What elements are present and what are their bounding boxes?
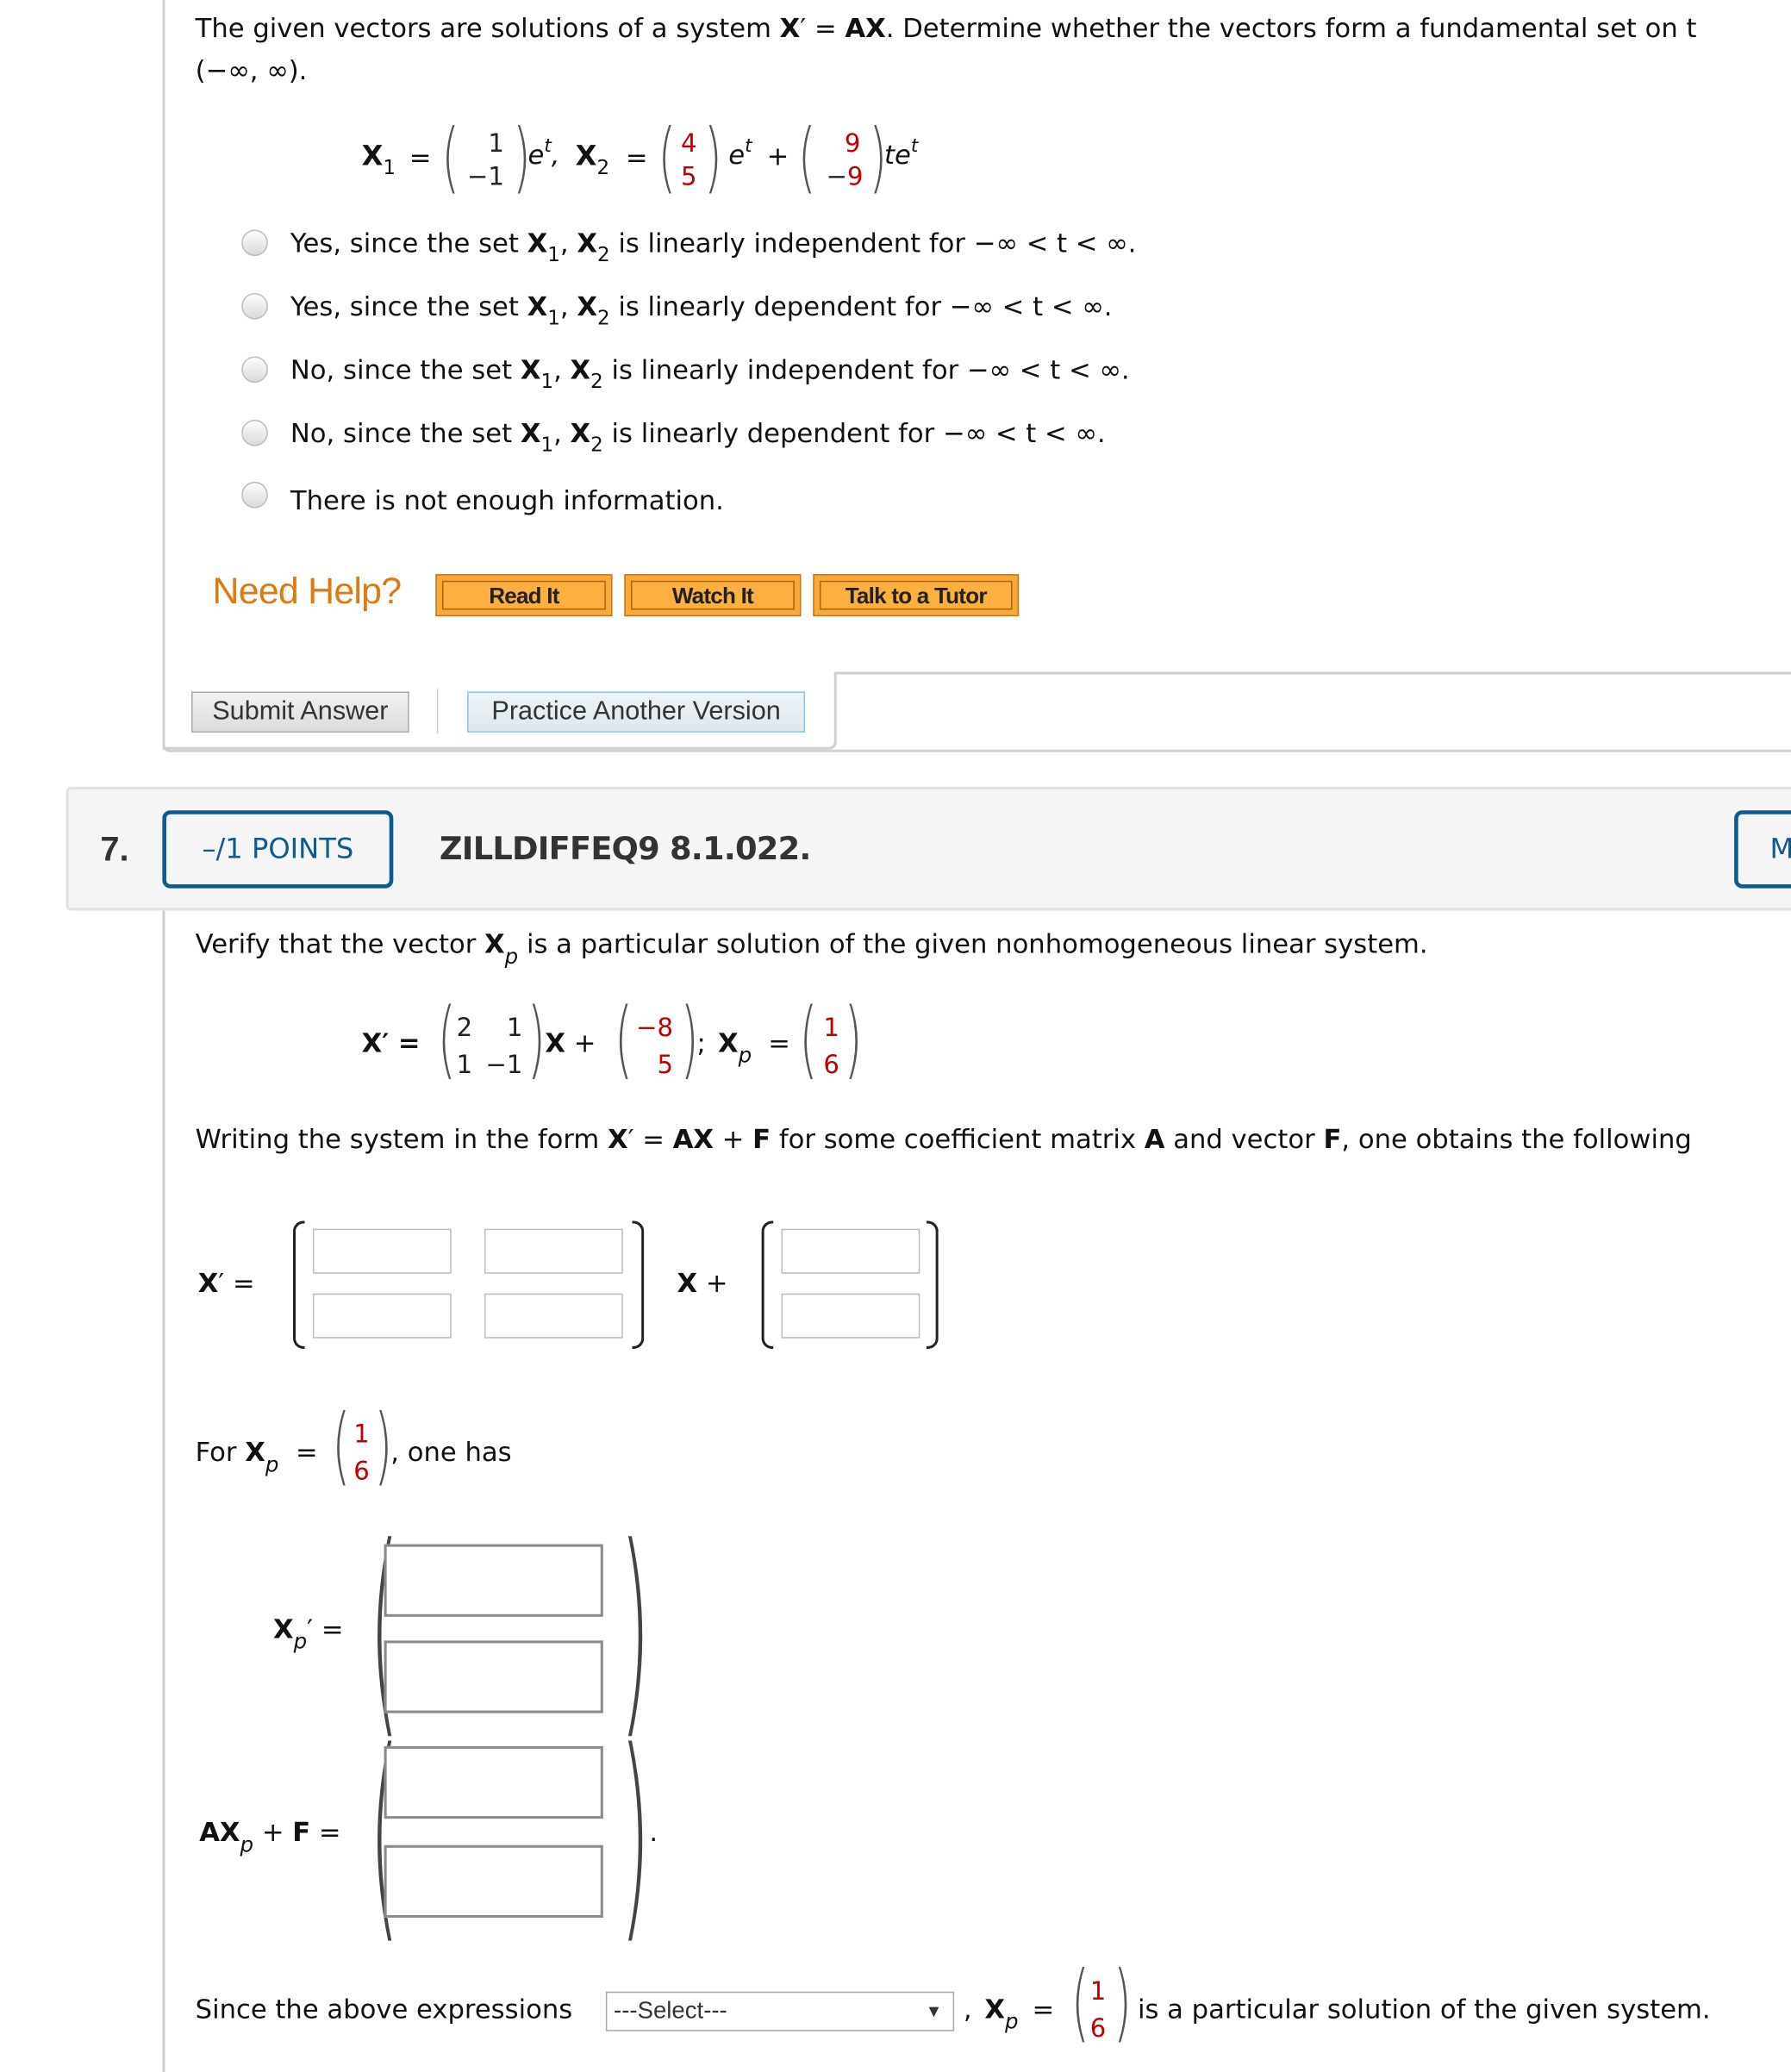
practice-another-version-button[interactable]: Practice Another Version xyxy=(467,691,806,733)
button-separator xyxy=(436,689,439,734)
option-1[interactable]: Yes, since the set X1, X2 is linearly in… xyxy=(241,227,1297,266)
option-4[interactable]: No, since the set X1, X2 is linearly dep… xyxy=(241,417,1297,457)
xp-prime-input-row1[interactable] xyxy=(384,1544,603,1617)
option-4-label: No, since the set X1, X2 is linearly dep… xyxy=(290,416,1106,457)
axp-plus-f-input-row2[interactable] xyxy=(384,1844,603,1918)
xp-prime-input-row2[interactable] xyxy=(384,1640,603,1713)
since-text: Since the above expressions xyxy=(195,1993,573,2025)
question-6-prompt: The given vectors are solutions of a sys… xyxy=(195,11,1697,44)
radio-option-3[interactable] xyxy=(241,356,268,384)
entry-mid: X + xyxy=(677,1267,728,1299)
x2-label: X2 xyxy=(575,140,610,180)
option-5[interactable]: There is not enough information. xyxy=(241,481,1297,521)
radio-option-4[interactable] xyxy=(241,419,268,446)
question-7-prompt: Verify that the vector Xp is a particula… xyxy=(195,927,1428,969)
xp-prime-label: Xp′ = xyxy=(272,1613,344,1654)
vector-f-left-bracket xyxy=(761,1220,774,1349)
x1-vec-row1: 1 xyxy=(488,129,504,159)
matrix-a-right-bracket xyxy=(632,1220,645,1349)
radio-option-5[interactable] xyxy=(241,481,268,509)
points-badge[interactable]: –/1 POINTS xyxy=(162,810,394,889)
matrix-a-left-bracket xyxy=(292,1220,305,1349)
x2-vec-a-row1: 4 xyxy=(681,129,697,159)
question-code: ZILLDIFFEQ9 8.1.022. xyxy=(439,830,811,868)
matrix-a-input-r2c1[interactable] xyxy=(312,1293,452,1339)
matrix-a-input-r2c2[interactable] xyxy=(484,1293,623,1339)
xp-row2: 6 xyxy=(823,1050,839,1080)
my-notes-button[interactable]: M xyxy=(1734,810,1791,889)
form-description: Writing the system in the form X′ = AX +… xyxy=(195,1123,1692,1155)
xp-row1: 1 xyxy=(823,1014,839,1043)
option-3-label: No, since the set X1, X2 is linearly ind… xyxy=(290,353,1130,394)
chevron-down-icon: ▼ xyxy=(925,2000,943,2021)
radio-option-1[interactable] xyxy=(241,229,268,257)
option-1-label: Yes, since the set X1, X2 is linearly in… xyxy=(290,227,1137,267)
matrix-a-input-r1c1[interactable] xyxy=(312,1228,452,1274)
x1-label: X1 xyxy=(361,140,396,180)
option-2-label: Yes, since the set X1, X2 is linearly de… xyxy=(290,290,1113,330)
question-6-equation: X1 = ( 1 −1 ) et, X2 = ( 4 5 ) et + ( 9 … xyxy=(361,112,919,203)
vector-f-input-row1[interactable] xyxy=(781,1228,920,1274)
entry-lhs: X′ = xyxy=(197,1267,255,1299)
vector-f-right-bracket xyxy=(926,1220,939,1349)
matrix-a-r2c2: −1 xyxy=(485,1050,523,1080)
vector-f-row2: 5 xyxy=(657,1050,673,1080)
axp-plus-f-input-row1[interactable] xyxy=(384,1745,603,1819)
x2-vec-b-row2: −9 xyxy=(826,162,864,192)
matrix-a-r1c2: 1 xyxy=(506,1014,523,1043)
question-7-frame-left xyxy=(162,910,165,2072)
need-help-label: Need Help? xyxy=(212,570,403,611)
matrix-a-r1c1: 2 xyxy=(456,1014,473,1043)
talk-to-tutor-button[interactable]: Talk to a Tutor xyxy=(813,574,1020,617)
submit-answer-button[interactable]: Submit Answer xyxy=(191,691,409,733)
question-number: 7. xyxy=(100,828,129,869)
since-xp-line: , Xp = ( 1 6 ) is a particular solution … xyxy=(963,1954,1711,2053)
option-2[interactable]: Yes, since the set X1, X2 is linearly de… xyxy=(241,290,1297,330)
vector-f-input-row2[interactable] xyxy=(781,1293,920,1339)
x2-vec-b-row1: 9 xyxy=(844,129,861,159)
question-7-system: X′ = ( 2 1 1 −1 ) X + ( −8 5 ) ; Xp = ( … xyxy=(361,991,863,1089)
read-it-button[interactable]: Read It xyxy=(435,574,613,617)
radio-option-2[interactable] xyxy=(241,292,268,320)
expressions-select[interactable]: ---Select--- ▼ xyxy=(605,1991,955,2031)
option-5-label: There is not enough information. xyxy=(290,484,724,516)
vector-f-row1: −8 xyxy=(636,1014,673,1043)
x2-vec-a-row2: 5 xyxy=(681,162,697,192)
divider xyxy=(833,671,1791,675)
option-3[interactable]: No, since the set X1, X2 is linearly ind… xyxy=(241,353,1297,393)
question-6-interval: (−∞, ∞). xyxy=(195,53,308,86)
axp-plus-f-label: AXp + F = xyxy=(199,1816,341,1857)
matrix-a-input-r1c2[interactable] xyxy=(484,1228,623,1274)
for-xp-line: For Xp = ( 1 6 ) , one has xyxy=(195,1397,512,1495)
matrix-a-r2c1: 1 xyxy=(456,1050,473,1080)
watch-it-button[interactable]: Watch It xyxy=(624,574,802,617)
x1-vec-row2: −1 xyxy=(467,162,504,192)
